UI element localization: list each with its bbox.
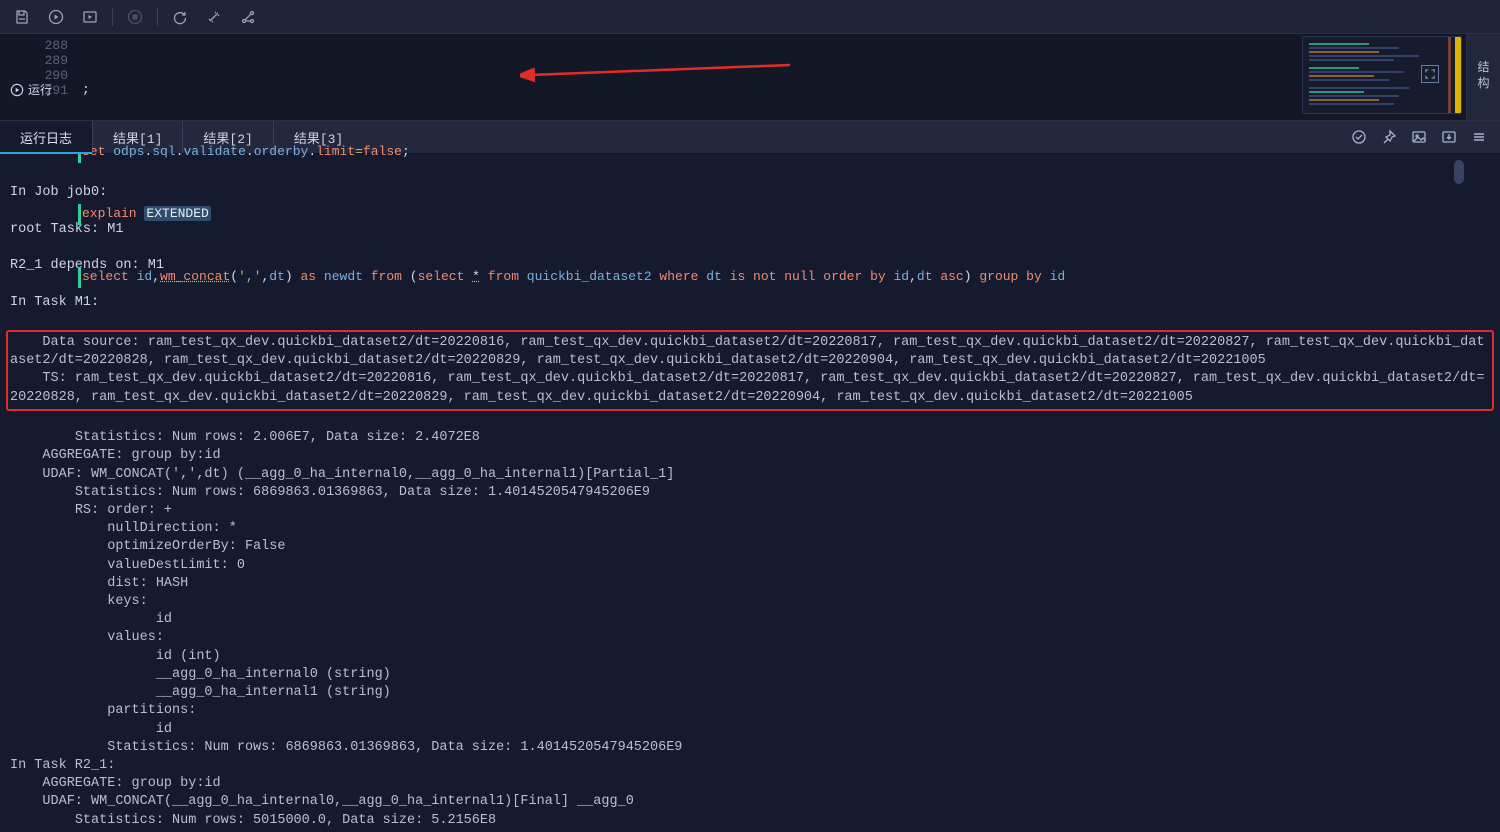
tab-label: 结果[1] [113,128,162,147]
code-text: explain [82,206,144,221]
code-area[interactable]: ; set odps.sql.validate.orderby.limit=fa… [76,34,1500,120]
code-text: select [418,269,473,284]
stop-icon [121,3,149,31]
code-text: , [152,269,160,284]
save-icon[interactable] [8,3,36,31]
code-text: group by [972,269,1050,284]
format-icon[interactable] [200,3,228,31]
code-text: ) [964,269,972,284]
code-text: , [909,269,917,284]
code-text: false [363,144,402,159]
run-line-label: 运行 [28,81,52,98]
code-line[interactable]: ; [82,80,1494,101]
code-text: dt [269,269,285,284]
run-selection-icon[interactable] [76,3,104,31]
code-text: ( [230,269,238,284]
tab-result-1[interactable]: 结果[1] [93,121,182,153]
code-text: from [363,269,410,284]
top-toolbar [0,0,1500,34]
code-text: select [82,269,137,284]
sql-editor[interactable]: 288 289 290 291 ; set odps.sql.validate.… [0,34,1500,120]
graph-icon[interactable] [234,3,262,31]
code-text: wm_concat [160,269,230,284]
tab-result-3[interactable]: 结果[3] [274,121,363,153]
structure-rail-label: 结 [1477,61,1489,77]
highlighted-log-block: Data source: ram_test_qx_dev.quickbi_dat… [6,330,1494,411]
tab-label: 结果[2] [203,128,252,147]
code-text: * [472,269,480,284]
refresh-icon[interactable] [166,3,194,31]
line-number: 288 [0,38,68,53]
gutter: 288 289 290 291 [0,34,76,120]
code-text: from [480,269,527,284]
toolbar-separator [112,8,113,26]
minimap[interactable] [1302,36,1462,114]
code-text: id [893,269,909,284]
code-text: ) [285,269,293,284]
run-line-button[interactable]: 运行 [10,81,52,98]
toolbar-separator [157,8,158,26]
expand-minimap-icon[interactable] [1421,65,1439,83]
code-text: dt [917,269,933,284]
line-number: 289 [0,53,68,68]
code-text: asc [933,269,964,284]
code-text: newdt [324,269,363,284]
log-text: Statistics: Num rows: 2.006E7, Data size… [10,429,1490,832]
code-text: ( [410,269,418,284]
code-text: as [293,269,324,284]
code-text: order by [823,269,893,284]
tab-result-2[interactable]: 结果[2] [183,121,272,153]
code-text: is not null [722,269,823,284]
code-text: quickbi_dataset2 [527,269,652,284]
scrollbar-thumb[interactable] [1454,160,1464,184]
structure-rail-label: 构 [1477,77,1489,93]
code-text: ; [82,82,90,97]
selected-text: EXTENDED [144,206,210,221]
run-icon[interactable] [42,3,70,31]
code-text: ; [402,144,410,159]
code-text: id [1050,269,1066,284]
code-line[interactable]: explain EXTENDED [82,204,1494,225]
code-text: ',' [238,269,261,284]
code-line[interactable]: select id,wm_concat(',',dt) as newdt fro… [82,267,1494,288]
tab-run-log[interactable]: 运行日志 [0,121,92,153]
code-text: dt [706,269,722,284]
tab-label: 运行日志 [20,128,72,147]
code-text: where [652,269,707,284]
tab-label: 结果[3] [294,128,343,147]
structure-rail[interactable]: 结 构 [1466,34,1500,120]
code-text: id [137,269,153,284]
